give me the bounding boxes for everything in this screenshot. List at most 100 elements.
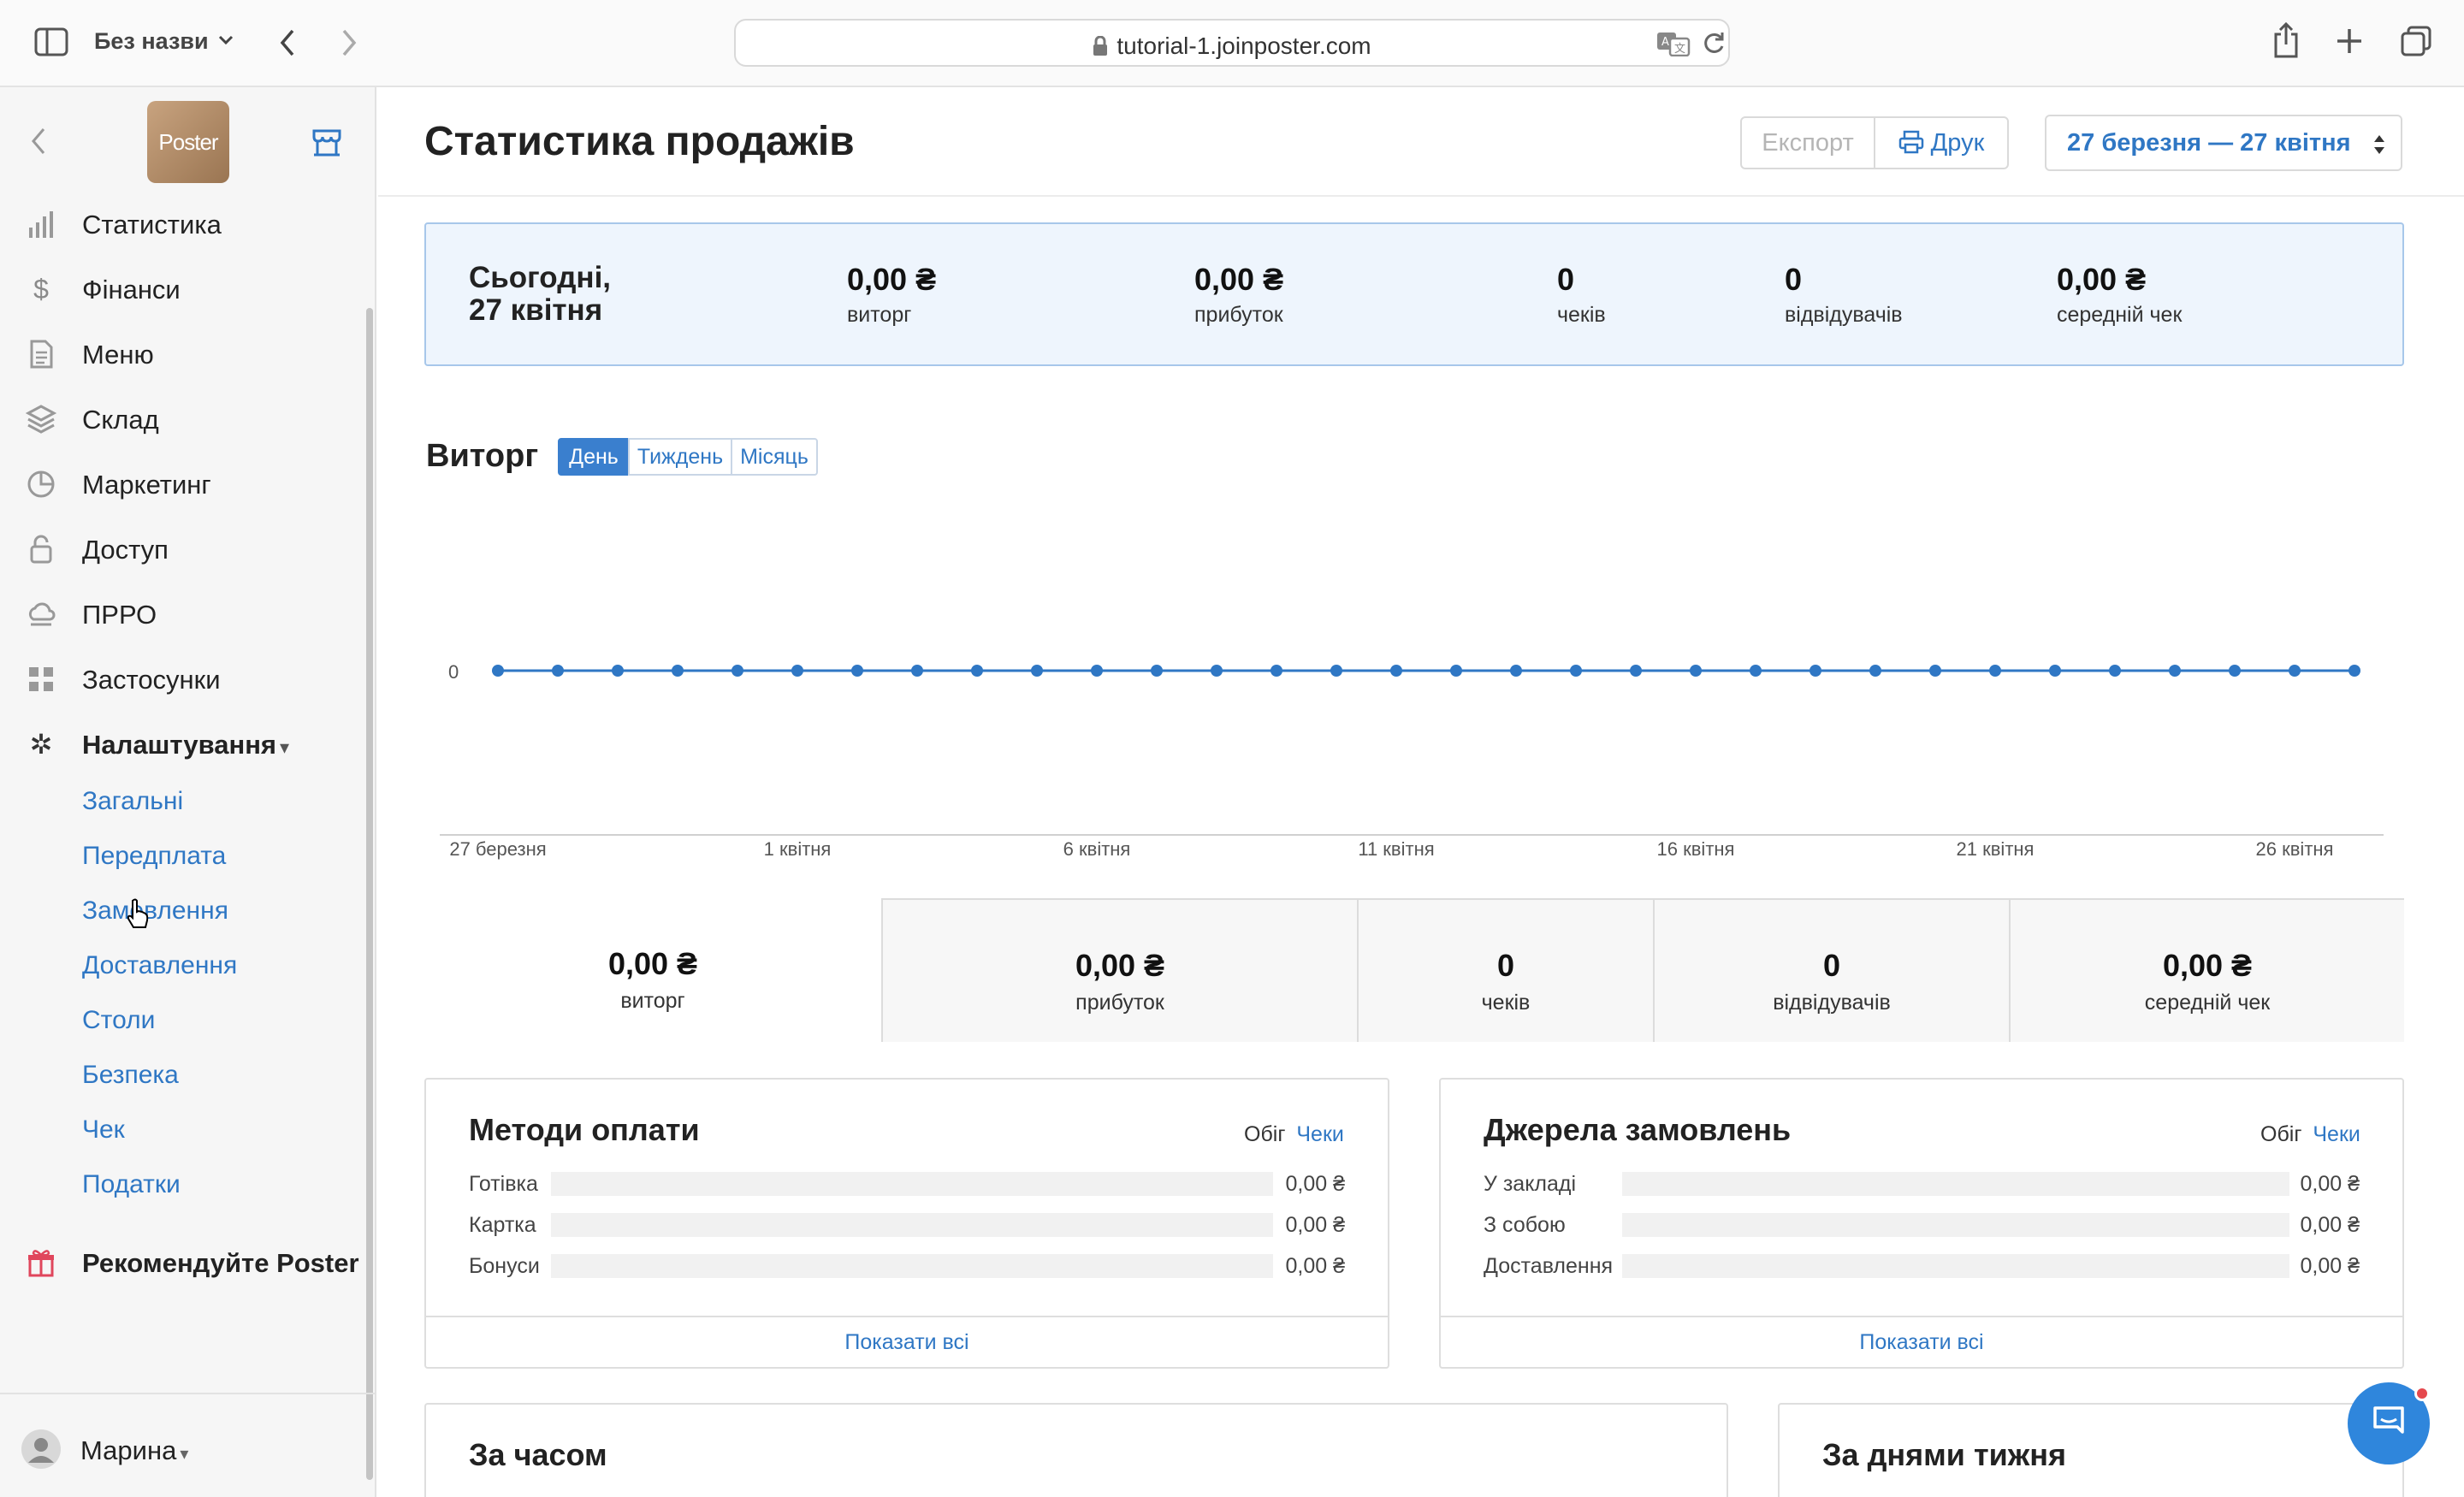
period-day-button[interactable]: День — [558, 438, 630, 476]
collapse-sidebar-icon[interactable] — [29, 127, 48, 156]
sources-row-takeaway-bar — [1622, 1213, 2289, 1237]
data-point[interactable] — [1869, 665, 1881, 677]
summary-revenue[interactable]: 0,00 ₴ виторг — [424, 898, 881, 1042]
data-point[interactable] — [1810, 665, 1821, 677]
date-range-select[interactable]: 27 березня — 27 квітня — [2045, 115, 2402, 171]
summary-avg-check[interactable]: 0,00 ₴ середній чек — [2009, 898, 2404, 1042]
data-point[interactable] — [732, 665, 743, 677]
sidebar-scrollbar[interactable] — [366, 308, 373, 1480]
data-point[interactable] — [911, 665, 923, 677]
translate-icon[interactable]: A 文 — [1656, 31, 1691, 56]
data-point[interactable] — [1750, 665, 1762, 677]
payment-toggle-turnover[interactable]: Обіг — [1244, 1122, 1285, 1146]
sidebar-subitem-receipt[interactable]: Чек — [82, 1115, 125, 1145]
period-month-button[interactable]: Місяць — [731, 438, 818, 476]
data-point[interactable] — [1211, 665, 1223, 677]
data-point[interactable] — [1989, 665, 2001, 677]
sidebar-subitem-orders[interactable]: Замовлення — [82, 896, 228, 926]
forward-arrow-icon[interactable] — [339, 27, 359, 58]
data-point[interactable] — [2169, 665, 2181, 677]
data-point[interactable] — [1690, 665, 1702, 677]
data-point[interactable] — [971, 665, 983, 677]
chevron-down-icon[interactable] — [217, 34, 234, 46]
reload-icon[interactable] — [1701, 31, 1727, 56]
sources-toggle-checks[interactable]: Чеки — [2313, 1122, 2360, 1146]
data-point[interactable] — [612, 665, 624, 677]
payment-row-cash-bar — [551, 1172, 1273, 1196]
summary-checks-value: 0 — [1496, 948, 1515, 983]
data-point[interactable] — [2348, 665, 2360, 677]
data-point[interactable] — [791, 665, 803, 677]
summary-profit[interactable]: 0,00 ₴ прибуток — [881, 898, 1357, 1042]
new-tab-icon[interactable] — [2336, 27, 2363, 55]
tab-group-title[interactable]: Без назви — [94, 28, 209, 55]
sidebar-item-recommend[interactable]: Рекомендуйте Poster — [0, 1237, 359, 1288]
back-arrow-icon[interactable] — [277, 27, 298, 58]
data-point[interactable] — [552, 665, 564, 677]
user-menu[interactable]: Марина ▾ — [0, 1423, 257, 1475]
order-sources-title: Джерела замовлень — [1484, 1112, 1792, 1147]
browser-toolbar: Без назви tutorial-1.joinposter.com A 文 — [0, 0, 2464, 87]
sidebar-subitem-security[interactable]: Безпека — [82, 1061, 179, 1090]
sidebar-item-settings[interactable]: ✲ Налаштування ▾ — [0, 719, 359, 770]
sidebar-item-menu[interactable]: Меню — [0, 328, 359, 380]
data-point[interactable] — [1630, 665, 1642, 677]
data-point[interactable] — [2049, 665, 2061, 677]
sidebar-divider — [0, 1393, 375, 1394]
sidebar-item-marketing[interactable]: Маркетинг — [0, 459, 359, 510]
sidebar-subitem-tables[interactable]: Столи — [82, 1006, 155, 1035]
today-profit-label: прибуток — [1194, 303, 1283, 327]
sidebar-subitem-delivery[interactable]: Доставлення — [82, 951, 237, 980]
data-point[interactable] — [1450, 665, 1462, 677]
poster-logo: Poster — [147, 101, 229, 183]
summary-visitors[interactable]: 0 відвідувачів — [1653, 898, 2009, 1042]
by-time-title: За часом — [469, 1437, 607, 1472]
data-point[interactable] — [672, 665, 684, 677]
x-tick-label: 21 квітня — [1957, 838, 2035, 860]
store-icon[interactable] — [311, 128, 342, 157]
data-point[interactable] — [1510, 665, 1522, 677]
payment-row-card-value: 0,00 ₴ — [1285, 1213, 1345, 1237]
share-icon[interactable] — [2272, 22, 2300, 58]
sidebar-item-prro[interactable]: ПРРО — [0, 589, 359, 640]
data-point[interactable] — [2229, 665, 2241, 677]
data-point[interactable] — [1570, 665, 1582, 677]
today-visitors-value: 0 — [1785, 262, 1803, 297]
data-point[interactable] — [1390, 665, 1402, 677]
data-point[interactable] — [2109, 665, 2121, 677]
period-week-button[interactable]: Тиждень — [628, 438, 732, 476]
sidebar-item-statistics[interactable]: Статистика — [0, 198, 359, 250]
payment-show-all-link[interactable]: Показати всі — [426, 1316, 1388, 1367]
sources-show-all-link[interactable]: Показати всі — [1441, 1316, 2402, 1367]
sidebar-item-access[interactable]: Доступ — [0, 524, 359, 575]
address-bar[interactable]: tutorial-1.joinposter.com A 文 — [734, 19, 1730, 67]
tabs-overview-icon[interactable] — [2401, 26, 2431, 56]
data-point[interactable] — [1091, 665, 1103, 677]
summary-revenue-label: виторг — [620, 989, 685, 1013]
sources-row-takeaway-label: З собою — [1484, 1213, 1566, 1237]
sidebar-subitem-subscription[interactable]: Передплата — [82, 842, 226, 871]
data-point[interactable] — [1270, 665, 1282, 677]
sources-toggle-turnover[interactable]: Обіг — [2260, 1122, 2301, 1146]
payment-row-card-label: Картка — [469, 1213, 536, 1237]
sidebar: Poster Статистика $ Фінанси Меню Склад М… — [0, 87, 376, 1497]
data-point[interactable] — [1330, 665, 1342, 677]
data-point[interactable] — [1929, 665, 1941, 677]
data-point[interactable] — [492, 665, 504, 677]
sidebar-item-warehouse[interactable]: Склад — [0, 393, 359, 445]
sidebar-subitem-taxes[interactable]: Податки — [82, 1170, 181, 1199]
data-point[interactable] — [1031, 665, 1043, 677]
data-point[interactable] — [851, 665, 863, 677]
data-point[interactable] — [2289, 665, 2301, 677]
cloud-icon — [28, 602, 56, 626]
sidebar-subitem-general[interactable]: Загальні — [82, 787, 183, 816]
export-button[interactable]: Експорт — [1740, 116, 1875, 169]
payment-toggle-checks[interactable]: Чеки — [1296, 1122, 1343, 1146]
print-button[interactable]: Друк — [1874, 116, 2009, 169]
sidebar-toggle-icon[interactable] — [34, 27, 68, 56]
today-avg-check-label: середній чек — [2057, 303, 2183, 327]
sidebar-item-apps[interactable]: Застосунки — [0, 654, 359, 705]
summary-checks[interactable]: 0 чеків — [1357, 898, 1653, 1042]
data-point[interactable] — [1151, 665, 1163, 677]
sidebar-item-finance[interactable]: $ Фінанси — [0, 263, 359, 315]
